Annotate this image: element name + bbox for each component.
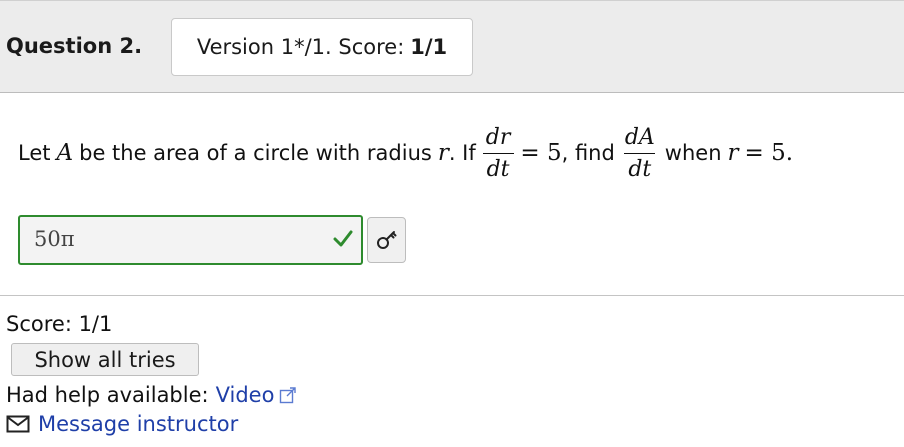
math-variable-r: r — [437, 140, 449, 166]
version-text: Version 1*/1. Score: — [196, 35, 405, 59]
fraction-numerator: dr — [485, 124, 511, 150]
question-text-part: Let — [18, 141, 51, 165]
math-variable-A: A — [56, 140, 74, 166]
answer-input[interactable]: 50π — [18, 215, 363, 265]
question-title: Question 2. — [6, 34, 143, 58]
fraction-denominator: dt — [624, 152, 656, 182]
envelope-icon — [6, 415, 30, 433]
question-text: Let A be the area of a circle with radiu… — [18, 118, 793, 188]
question-text-part: , find — [561, 141, 615, 165]
message-instructor-link[interactable]: Message instructor — [38, 412, 238, 436]
fraction-denominator: dt — [482, 152, 514, 182]
external-link-icon — [280, 387, 297, 404]
key-button[interactable] — [367, 217, 406, 263]
section-divider — [0, 295, 904, 296]
help-label: Had help available: — [6, 383, 209, 407]
key-icon — [376, 231, 396, 249]
question-text-part: be the area of a circle with radius — [79, 141, 432, 165]
message-instructor[interactable]: Message instructor — [6, 412, 238, 436]
version-score-box: Version 1*/1. Score: 1/1 — [171, 18, 473, 76]
answer-value: 50π — [34, 227, 75, 251]
fraction-dr-dt: dr dt — [482, 125, 515, 182]
question-text-part: when — [664, 141, 722, 165]
math-variable-r: r — [727, 140, 739, 166]
question-text-part: . If — [448, 141, 476, 165]
video-link[interactable]: Video — [216, 383, 275, 407]
version-score: 1/1 — [410, 35, 448, 59]
question-header: Question 2. Version 1*/1. Score: 1/1 — [0, 0, 904, 93]
math-equals: = 5. — [744, 140, 794, 166]
checkmark-icon — [333, 230, 353, 247]
fraction-numerator: dA — [624, 124, 655, 150]
fraction-dA-dt: dA dt — [621, 125, 659, 182]
math-equals: = 5 — [520, 140, 562, 166]
score-text: Score: 1/1 — [6, 312, 113, 336]
help-available: Had help available: Video — [6, 383, 297, 407]
show-all-tries-button[interactable]: Show all tries — [11, 343, 199, 376]
